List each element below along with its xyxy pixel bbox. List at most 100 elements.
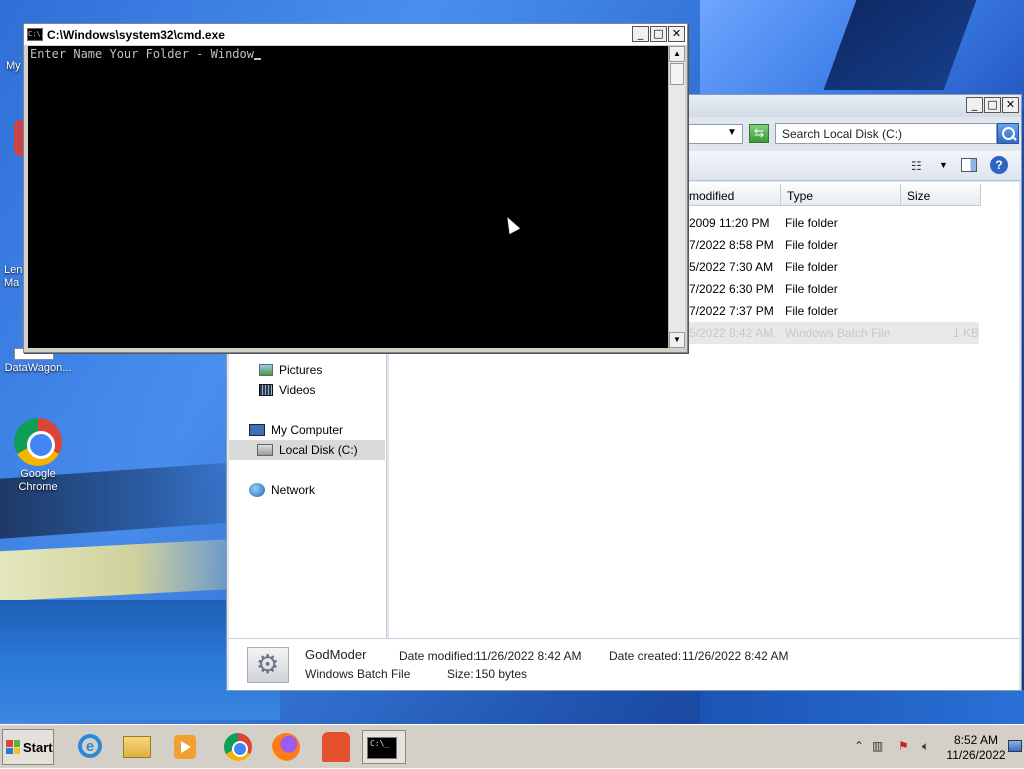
videos-icon [259, 384, 273, 396]
row-type: File folder [785, 260, 838, 274]
network-icon [249, 483, 265, 497]
desktop-icon-label: DataWagon... [4, 362, 72, 374]
taskbar-firefox[interactable] [266, 730, 304, 764]
taskbar-cmd[interactable]: C:\_ [362, 730, 406, 764]
row-date: 2009 11:20 PM [689, 216, 770, 230]
row-type: File folder [785, 304, 838, 318]
column-type[interactable]: Type [781, 184, 901, 206]
system-tray: ⌃ ▥ ⚑ 🔈︎ 8:52 AM 11/26/2022 [850, 725, 1024, 769]
taskbar-internet-explorer[interactable]: e [70, 730, 108, 764]
desktop-icon-label: Google Chrome [18, 468, 58, 493]
details-size-label: Size: [447, 667, 474, 681]
start-button[interactable]: Start [2, 729, 54, 765]
desktop-icon-my[interactable]: My [0, 60, 24, 73]
details-size-value: 150 bytes [475, 667, 528, 681]
scroll-thumb[interactable] [670, 63, 684, 85]
help-icon[interactable]: ? [990, 156, 1008, 174]
taskbar-media-player[interactable] [166, 730, 204, 764]
row-date: 7/2022 7:37 PM [689, 304, 774, 318]
details-modified-label: Date modified: [399, 649, 477, 663]
start-label: Start [23, 739, 53, 755]
taskbar-explorer[interactable] [118, 730, 156, 764]
clock[interactable]: 8:52 AM 11/26/2022 [944, 733, 1008, 763]
nav-item-local-disk[interactable]: Local Disk (C:) [229, 440, 385, 460]
chrome-icon [14, 418, 62, 466]
batch-file-icon [247, 647, 289, 683]
taskbar-chrome[interactable] [218, 730, 256, 764]
close-button[interactable]: ✕ [1002, 97, 1019, 113]
pictures-icon [259, 364, 273, 376]
row-date: 7/2022 6:30 PM [689, 282, 774, 296]
row-type: File folder [785, 282, 838, 296]
scroll-up-icon[interactable]: ▲ [669, 46, 685, 62]
show-desktop-icon[interactable] [1008, 740, 1022, 752]
clock-date: 11/26/2022 [946, 748, 1006, 762]
nav-item-my-computer[interactable]: My Computer [249, 420, 343, 440]
nav-item-videos[interactable]: Videos [259, 380, 315, 400]
minimize-button[interactable]: _ [966, 97, 983, 113]
nav-label: Videos [279, 383, 316, 397]
firefox-icon [272, 733, 300, 761]
search-icon[interactable] [997, 123, 1019, 144]
text-cursor [253, 58, 261, 60]
window-controls: _ □ ✕ [632, 26, 685, 42]
internet-explorer-icon: e [78, 734, 102, 758]
console-text: Enter Name Your Folder - Window [30, 47, 254, 61]
refresh-button[interactable]: ⇆ [749, 124, 769, 143]
details-created-value: 11/26/2022 8:42 AM [682, 649, 789, 663]
windows-logo-icon [6, 740, 20, 754]
network-tray-icon[interactable]: ▥ [872, 739, 883, 753]
show-hidden-icons-icon[interactable]: ⌃ [854, 739, 864, 753]
cmd-titlebar[interactable]: C:\. C:\Windows\system32\cmd.exe _ □ ✕ [24, 24, 687, 45]
scroll-down-icon[interactable]: ▼ [669, 332, 685, 348]
row-type: File folder [785, 238, 838, 252]
volume-icon[interactable]: 🔈︎ [922, 739, 929, 754]
console-icon: C:\. [27, 28, 45, 41]
action-center-icon[interactable]: ⚑ [898, 739, 909, 753]
computer-icon [249, 424, 265, 436]
close-button[interactable]: ✕ [668, 26, 685, 42]
nav-label: My Computer [271, 423, 344, 437]
desktop-icon-google-chrome[interactable]: Google Chrome [0, 418, 76, 494]
window-controls: _ □ ✕ [966, 97, 1019, 113]
desktop-icon-label: My [6, 60, 21, 72]
console-output[interactable]: Enter Name Your Folder - Window [28, 46, 668, 348]
cmd-title: C:\Windows\system32\cmd.exe [47, 28, 225, 42]
nav-item-network[interactable]: Network [249, 480, 315, 500]
clock-time: 8:52 AM [953, 733, 999, 747]
cmd-window: C:\. C:\Windows\system32\cmd.exe _ □ ✕ E… [23, 23, 688, 353]
row-size: 1 KB [953, 326, 980, 340]
address-dropdown-icon[interactable]: ▼ [727, 127, 737, 138]
views-icon[interactable]: ☷ [911, 159, 923, 173]
desktop-icon-len[interactable]: Len Ma [0, 264, 24, 290]
row-type: Windows Batch File [785, 326, 891, 340]
maximize-button[interactable]: □ [984, 97, 1001, 113]
column-size[interactable]: Size [901, 184, 981, 206]
nav-label: Pictures [279, 363, 323, 377]
app-hero-icon [322, 732, 350, 762]
chrome-icon [224, 733, 252, 761]
minimize-button[interactable]: _ [632, 26, 649, 42]
preview-pane-icon[interactable] [961, 158, 977, 172]
search-input[interactable]: Search Local Disk (C:) [775, 123, 997, 144]
media-player-icon [174, 735, 196, 759]
details-modified-value: 11/26/2022 8:42 AM [475, 649, 582, 663]
desktop-icon-label: Ma [4, 277, 20, 289]
maximize-button[interactable]: □ [650, 26, 667, 42]
row-date: 7/2022 8:58 PM [689, 238, 774, 252]
row-date: 5/2022 7:30 AM [689, 260, 774, 274]
wallpaper-lower [700, 690, 1024, 724]
nav-label: Local Disk (C:) [279, 443, 358, 457]
disk-icon [257, 444, 273, 456]
taskbar-app-hero[interactable] [316, 730, 354, 764]
vertical-scrollbar[interactable]: ▲ ▼ [668, 46, 685, 348]
row-date: 5/2022 8:42 AM [689, 326, 774, 340]
nav-label: Network [271, 483, 316, 497]
views-dropdown-icon[interactable]: ▼ [939, 160, 948, 170]
taskbar: Start e C:\_ ⌃ ▥ ⚑ 🔈︎ 8:52 AM 11/26/2022 [0, 724, 1024, 768]
row-type: File folder [785, 216, 838, 230]
details-filename: GodModer [305, 647, 367, 662]
nav-item-pictures[interactable]: Pictures [259, 360, 322, 380]
details-created-label: Date created: [609, 649, 682, 663]
column-date-modified[interactable]: modified [683, 184, 781, 206]
